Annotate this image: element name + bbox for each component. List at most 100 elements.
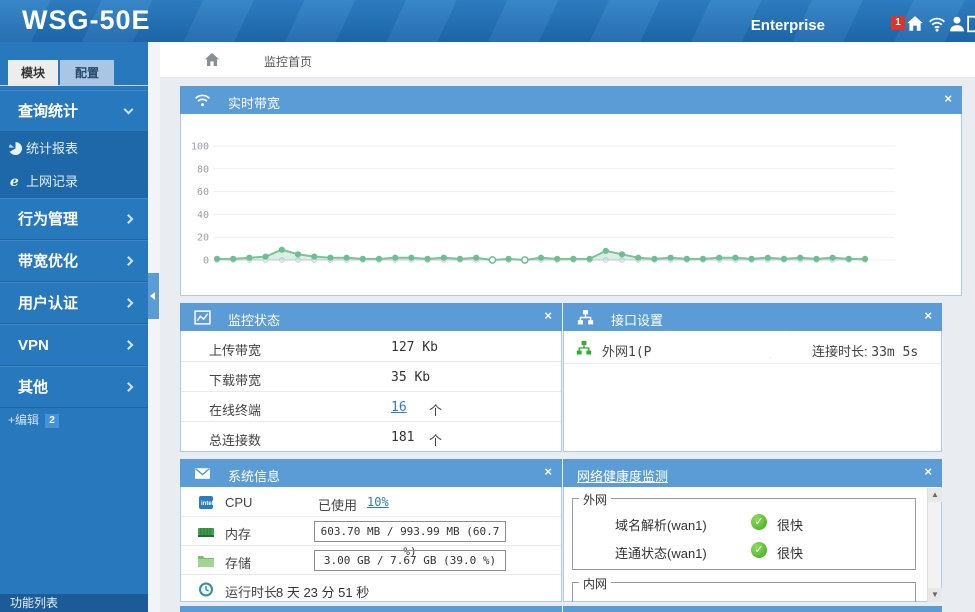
redaction-overlay (656, 335, 796, 357)
table-row: 总连接数 181 个 (181, 422, 561, 452)
close-icon[interactable]: × (944, 91, 952, 106)
scroll-up-button[interactable]: ▲ (928, 488, 942, 502)
row-label: CPU (225, 495, 252, 510)
sidebar-gap (148, 42, 160, 612)
tab-modules[interactable]: 模块 (8, 60, 58, 86)
user-icon[interactable] (948, 15, 966, 33)
lan-group: 内网 (572, 582, 916, 602)
sidebar-item-label: VPN (18, 337, 49, 354)
panel-title-link[interactable]: 网络健康度监测 (577, 466, 668, 485)
row-label: 总连接数 (209, 430, 261, 449)
sidebar-submenu: 统计报表 e 上网记录 (0, 132, 148, 198)
table-row: intel CPU 已使用 10% (181, 488, 561, 517)
scroll-down-button[interactable]: ▼ (928, 588, 942, 602)
row-label: 下载带宽 (209, 370, 261, 389)
sidebar-item-label: 统计报表 (26, 141, 78, 156)
panel-realtime-bandwidth: 实时带宽 × 020406080100 (180, 86, 962, 296)
tab-config[interactable]: 配置 (60, 60, 114, 86)
network-icon (577, 309, 594, 326)
row-value: 127 Kb (391, 340, 438, 355)
sidebar-item-stat-report[interactable]: 统计报表 (0, 132, 148, 165)
notification-badge[interactable]: 1 (891, 16, 905, 30)
row-label: 存储 (225, 553, 251, 572)
sidebar-collapse-handle[interactable] (148, 273, 159, 319)
health-row: 域名解析(wan1) ✓ 很快 (573, 509, 915, 535)
close-icon[interactable]: × (924, 464, 932, 479)
sidebar-item-web-records[interactable]: e 上网记录 (0, 165, 148, 198)
chevron-right-icon (124, 340, 134, 350)
home-icon[interactable] (204, 52, 220, 68)
close-icon[interactable]: × (544, 464, 552, 479)
edit-label: +编辑 (8, 413, 39, 427)
sidebar-item-label: 用户认证 (18, 295, 78, 312)
online-terminals-link[interactable]: 16 (391, 400, 407, 415)
scrollbar[interactable]: ▲ ▼ (927, 488, 941, 602)
row-unit: 个 (429, 430, 442, 449)
report-pie-icon (8, 141, 23, 156)
edit-count-badge: 2 (45, 414, 59, 428)
app-logo: WSG-50E (22, 5, 151, 36)
svg-text:60: 60 (197, 187, 209, 198)
home-icon[interactable] (906, 15, 924, 33)
function-list-bar[interactable]: 功能列表 (0, 594, 148, 612)
check-label: 连通状态(wan1) (615, 543, 707, 562)
page-title: 监控首页 (264, 53, 312, 70)
sidebar: 模块 配置 查询统计 统计报表 e 上网记录 行为管理 带宽优化 用户认证 (0, 42, 148, 612)
row-value: 35 Kb (391, 370, 430, 385)
partial-panel-header (563, 606, 942, 612)
realtime-bandwidth-chart: 020406080100 (181, 115, 961, 295)
table-row: 在线终端 16 个 (181, 392, 561, 422)
check-status: 很快 (777, 515, 803, 534)
cpu-usage-link[interactable]: 10% (367, 495, 389, 509)
panel-title: 监控状态 (228, 310, 280, 329)
uptime-value: 8 天 23 分 51 秒 (276, 582, 369, 601)
svg-text:80: 80 (197, 164, 209, 175)
wan-group: 外网 域名解析(wan1) ✓ 很快 连通状态(wan1) ✓ 很快 (572, 498, 916, 570)
interface-row[interactable]: 外网1(P6) 连接时长: 33m 5s (564, 332, 941, 364)
browser-e-icon: e (8, 174, 23, 189)
collapse-arrow-icon (150, 292, 155, 300)
panel-header: 监控状态 × (180, 303, 562, 331)
breadcrumb: 监控首页 (160, 42, 975, 78)
wifi-icon (194, 92, 211, 109)
sidebar-item-query-stats[interactable]: 查询统计 (0, 90, 148, 132)
edit-menu-button[interactable]: +编辑 2 (8, 410, 148, 430)
panel-network-health: 网络健康度监测 × 外网 域名解析(wan1) ✓ 很快 连通状态(wan1) … (563, 459, 942, 602)
svg-text:100: 100 (191, 142, 209, 153)
svg-text:e: e (10, 174, 19, 189)
sidebar-item-label: 上网记录 (26, 174, 78, 189)
panel-title: 系统信息 (228, 466, 280, 485)
row-unit: 个 (429, 400, 442, 419)
sidebar-item-vpn[interactable]: VPN (0, 324, 148, 366)
sidebar-item-label: 行为管理 (18, 211, 78, 228)
ok-check-icon: ✓ (751, 542, 767, 558)
table-row: 上传带宽 127 Kb (181, 332, 561, 362)
partial-panel-header (180, 606, 562, 612)
connection-duration: 连接时长: 33m 5s (812, 341, 918, 360)
sidebar-item-bandwidth[interactable]: 带宽优化 (0, 240, 148, 282)
sidebar-item-other[interactable]: 其他 (0, 366, 148, 408)
memory-usage-box: 603.70 MB / 993.99 MB (60.7 %) (314, 521, 506, 542)
close-icon[interactable]: × (544, 308, 552, 323)
close-icon[interactable]: × (924, 308, 932, 323)
sidebar-item-behavior[interactable]: 行为管理 (0, 198, 148, 240)
health-scroll-area[interactable]: 外网 域名解析(wan1) ✓ 很快 连通状态(wan1) ✓ 很快 内网 (564, 488, 941, 602)
row-label: 运行时长 (225, 582, 277, 601)
top-bar: WSG-50E Enterprise 1 (0, 0, 975, 42)
cpu-used-label: 已使用 (318, 495, 357, 514)
storage-icon (197, 552, 215, 569)
group-title: 内网 (579, 575, 611, 592)
wifi-icon[interactable] (928, 15, 946, 33)
health-row: 连通状态(wan1) ✓ 很快 (573, 537, 915, 563)
logout-icon[interactable] (967, 15, 975, 33)
panel-interface-settings: 接口设置 × 外网1(P6) 连接时长: 33m 5s (563, 303, 942, 452)
panel-header: 系统信息 × (180, 459, 562, 487)
storage-usage-box: 3.00 GB / 7.67 GB (39.0 %) (314, 550, 506, 571)
sidebar-tabs: 模块 配置 (0, 58, 148, 86)
sidebar-item-label: 带宽优化 (18, 253, 78, 270)
table-row: 下载带宽 35 Kb (181, 362, 561, 392)
wan-name-prefix: 外网1(P (602, 345, 651, 360)
panel-header: 网络健康度监测 × (563, 459, 942, 487)
sidebar-item-user-auth[interactable]: 用户认证 (0, 282, 148, 324)
status-chart-icon (194, 309, 211, 326)
